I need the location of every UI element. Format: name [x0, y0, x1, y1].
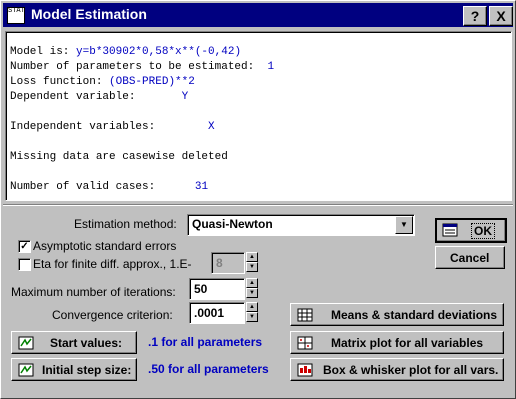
asymptotic-checkbox[interactable]: ✓ [18, 240, 31, 253]
ok-label: OK [471, 223, 495, 239]
matrix-plot-button[interactable]: Matrix plot for all variables [290, 331, 504, 354]
nparams-value: 1 [267, 61, 275, 73]
ok-button[interactable]: OK [435, 218, 507, 243]
initial-step-button[interactable]: Initial step size: [11, 358, 137, 381]
matrix-plot-icon [297, 336, 313, 350]
cancel-button[interactable]: Cancel [435, 246, 505, 269]
max-iterations-spinner[interactable]: ▲ ▼ [246, 278, 258, 298]
convergence-value: .0001 [194, 306, 225, 320]
loss-label: Loss function: [10, 76, 110, 88]
cancel-label: Cancel [450, 251, 490, 265]
loss-line: Loss function: (OBS-PRED)**2 [10, 76, 195, 88]
valid-cases-label: Number of valid cases: [10, 181, 195, 193]
divider [3, 204, 513, 206]
box-whisker-label: Box & whisker plot for all vars. [323, 363, 499, 377]
convergence-field[interactable]: .0001 [189, 302, 245, 324]
independent-line: Independent variables: X [10, 121, 215, 133]
dependent-value: Y [181, 91, 189, 103]
eta-field[interactable]: 8 [211, 252, 245, 274]
title-bar: STAT Model Estimation ? X [3, 3, 513, 27]
window-title: Model Estimation [31, 6, 147, 22]
spin-up-icon[interactable]: ▲ [246, 278, 258, 288]
means-label: Means & standard deviations [331, 308, 498, 322]
spin-down-icon[interactable]: ▼ [246, 312, 258, 322]
model-value: y=b*30902*0,58*x**(-0,42) [76, 46, 242, 58]
chevron-down-icon[interactable]: ▼ [395, 216, 413, 234]
spin-up-icon[interactable]: ▲ [246, 252, 258, 262]
ok-icon [442, 223, 458, 237]
max-iterations-value: 50 [194, 282, 208, 296]
close-button[interactable]: X [489, 6, 513, 26]
convergence-spinner[interactable]: ▲ ▼ [246, 302, 258, 322]
spin-up-icon[interactable]: ▲ [246, 302, 258, 312]
asymptotic-label: Asymptotic standard errors [33, 239, 177, 253]
help-button[interactable]: ? [463, 6, 487, 26]
box-whisker-button[interactable]: Box & whisker plot for all vars. [290, 358, 504, 381]
nparams-label: Number of parameters to be estimated: [10, 61, 268, 73]
estimation-method-select[interactable]: Quasi-Newton ▼ [187, 214, 415, 236]
missing-data-text: Missing data are casewise deleted [10, 151, 228, 163]
dependent-label: Dependent variable: [10, 91, 182, 103]
step-size-icon [18, 363, 34, 377]
start-values-button[interactable]: Start values: [11, 331, 137, 354]
model-estimation-dialog: STAT Model Estimation ? X Model is: y=b*… [0, 0, 516, 399]
start-values-text: .1 for all parameters [148, 335, 263, 349]
independent-label: Independent variables: [10, 121, 209, 133]
eta-checkbox[interactable] [18, 258, 31, 271]
valid-cases-line: Number of valid cases: 31 [10, 181, 208, 193]
convergence-label: Convergence criterion: [52, 308, 173, 322]
eta-label: Eta for finite diff. approx., 1.E- [33, 257, 192, 271]
initial-step-label: Initial step size: [42, 363, 132, 377]
dependent-line: Dependent variable: Y [10, 91, 188, 103]
grid-icon [297, 308, 313, 322]
means-button[interactable]: Means & standard deviations [290, 303, 504, 326]
max-iterations-field[interactable]: 50 [189, 278, 245, 300]
estimation-method-value: Quasi-Newton [192, 217, 273, 231]
loss-value: (OBS-PRED)**2 [109, 76, 195, 88]
spin-down-icon[interactable]: ▼ [246, 288, 258, 298]
nparams-line: Number of parameters to be estimated: 1 [10, 61, 274, 73]
start-values-icon [18, 336, 34, 350]
model-info-panel: Model is: y=b*30902*0,58*x**(-0,42) Numb… [5, 31, 512, 201]
estimation-method-label: Estimation method: [74, 217, 177, 231]
spin-down-icon[interactable]: ▼ [246, 262, 258, 272]
box-plot-icon [297, 363, 313, 377]
valid-cases-value: 31 [194, 181, 209, 193]
step-size-text: .50 for all parameters [148, 362, 269, 376]
matrix-plot-label: Matrix plot for all variables [331, 336, 484, 350]
model-line: Model is: y=b*30902*0,58*x**(-0,42) [10, 46, 241, 58]
eta-value: 8 [216, 256, 223, 270]
max-iterations-label: Maximum number of iterations: [11, 285, 176, 299]
app-icon: STAT [7, 7, 25, 24]
model-label: Model is: [10, 46, 77, 58]
eta-spinner[interactable]: ▲ ▼ [246, 252, 258, 272]
independent-value: X [208, 121, 215, 133]
start-values-label: Start values: [50, 336, 123, 350]
